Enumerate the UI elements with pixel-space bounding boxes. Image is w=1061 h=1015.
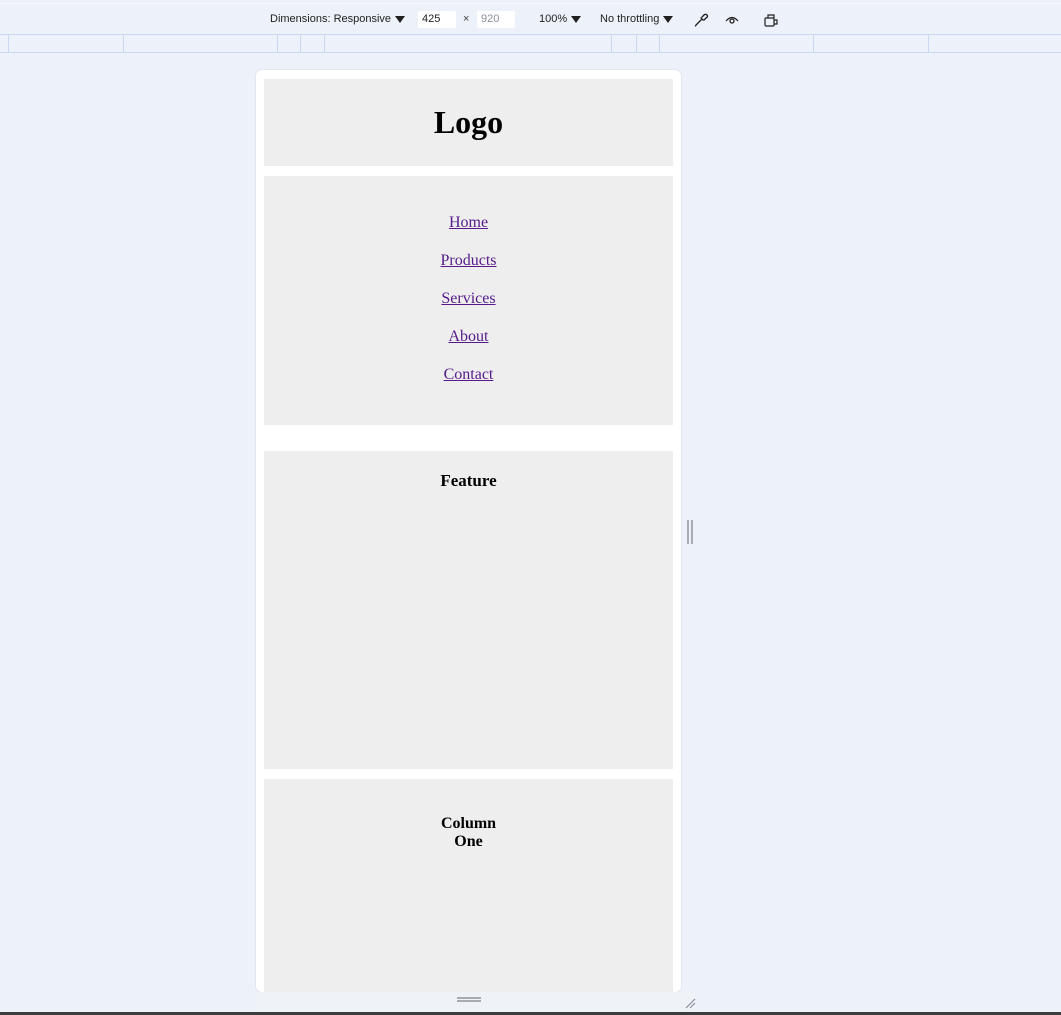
resize-handle-right[interactable] bbox=[687, 520, 693, 544]
rotate-device-icon[interactable] bbox=[761, 10, 781, 30]
resize-handle-bottom[interactable] bbox=[457, 997, 481, 1002]
column-one-section: Column One bbox=[264, 779, 673, 992]
viewport-bottom-bar bbox=[256, 992, 694, 1012]
zoom-dropdown[interactable]: 100% bbox=[539, 13, 582, 25]
width-input[interactable]: 425 bbox=[418, 11, 456, 28]
caret-down-icon bbox=[395, 15, 406, 23]
resize-corner-icon[interactable] bbox=[684, 994, 696, 1009]
nav-link-products[interactable]: Products bbox=[264, 252, 673, 270]
feature-section: Feature bbox=[264, 451, 673, 769]
nav-link-about[interactable]: About bbox=[264, 328, 673, 346]
dimensions-dropdown[interactable]: Dimensions: Responsive bbox=[270, 13, 406, 25]
nav-link-contact[interactable]: Contact bbox=[264, 366, 673, 384]
caret-down-icon bbox=[571, 15, 582, 23]
dimension-separator: × bbox=[463, 13, 470, 25]
eyedropper-icon[interactable] bbox=[691, 10, 711, 30]
dimensions-label: Dimensions: Responsive bbox=[270, 13, 392, 25]
nav-link-home[interactable]: Home bbox=[264, 214, 673, 232]
height-input[interactable]: 920 bbox=[477, 11, 515, 28]
device-toolbar: Dimensions: Responsive 425 × 920 100% No… bbox=[0, 3, 1061, 35]
device-viewport: Logo Home Products Services About Contac… bbox=[256, 70, 681, 992]
feature-title: Feature bbox=[440, 471, 497, 490]
throttling-label: No throttling bbox=[600, 13, 660, 25]
throttling-dropdown[interactable]: No throttling bbox=[600, 13, 674, 25]
caret-down-icon bbox=[663, 15, 674, 23]
eye-icon[interactable] bbox=[722, 10, 742, 30]
nav-link-services[interactable]: Services bbox=[264, 290, 673, 308]
nav-menu: Home Products Services About Contact bbox=[264, 176, 673, 425]
logo: Logo bbox=[264, 79, 673, 166]
column-title: Column One bbox=[440, 815, 497, 850]
media-query-ruler bbox=[0, 34, 1061, 53]
zoom-label: 100% bbox=[539, 13, 568, 25]
